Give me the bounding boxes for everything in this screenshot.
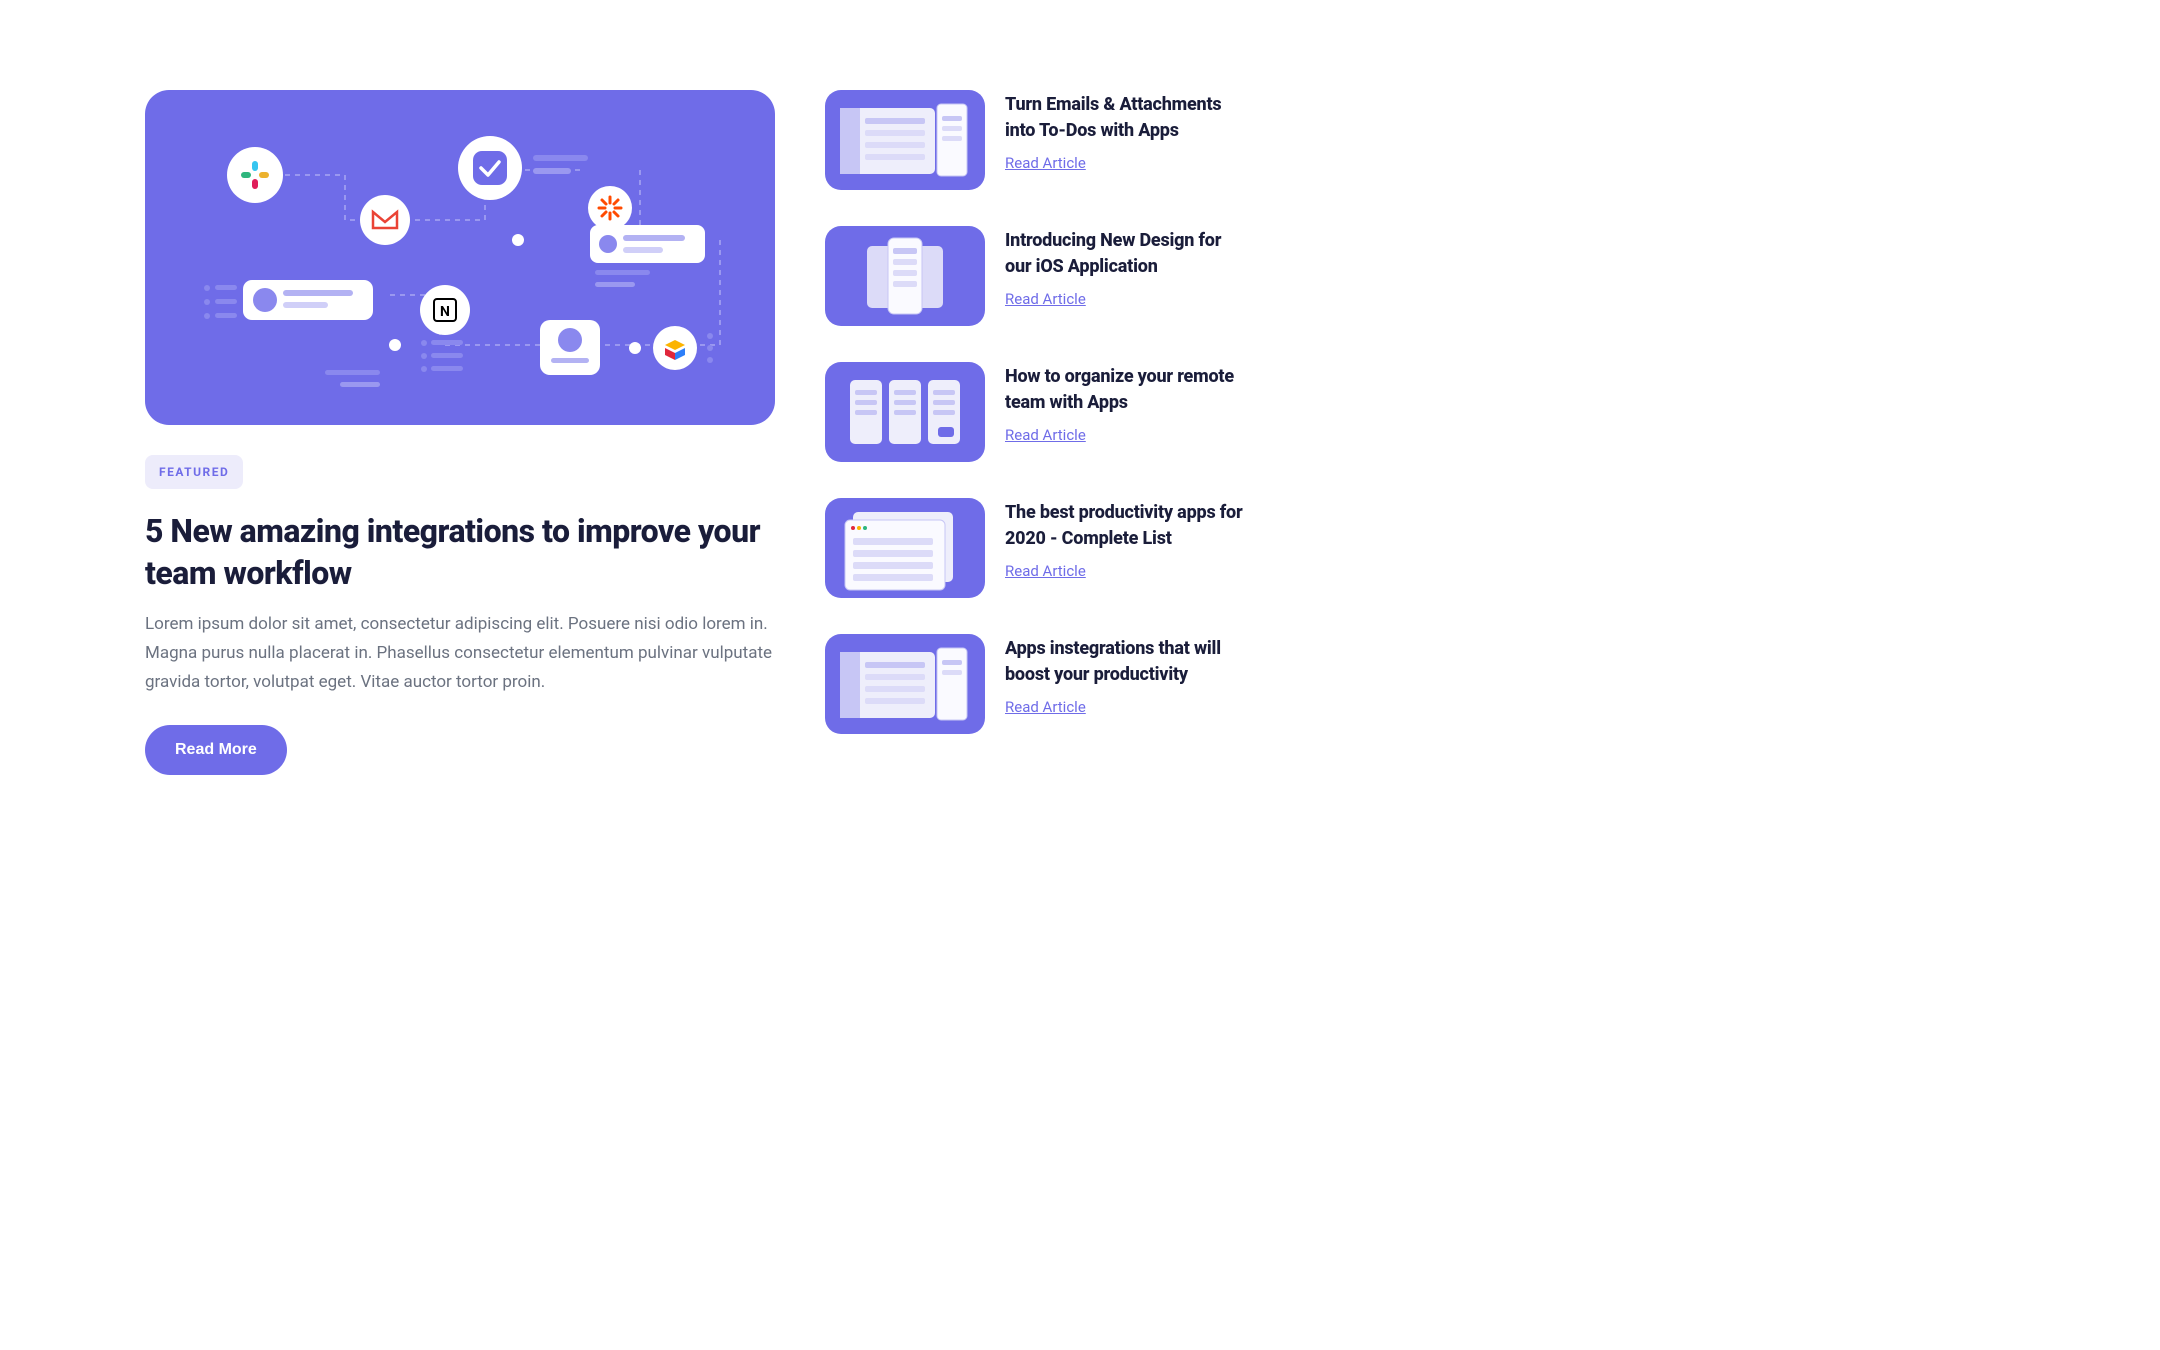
- zapier-icon: [588, 186, 632, 230]
- read-article-link[interactable]: Read Article: [1005, 426, 1086, 444]
- read-article-link[interactable]: Read Article: [1005, 698, 1086, 716]
- featured-title: 5 New amazing integrations to improve yo…: [145, 511, 775, 594]
- read-article-link[interactable]: Read Article: [1005, 154, 1086, 172]
- list-item: The best productivity apps for 2020 - Co…: [825, 498, 1245, 598]
- featured-hero-image: N: [145, 90, 775, 425]
- read-article-link[interactable]: Read Article: [1005, 562, 1086, 580]
- gmail-icon: [360, 195, 410, 245]
- article-thumbnail: [825, 226, 985, 326]
- article-title: Turn Emails & Attachments into To-Dos wi…: [1005, 92, 1245, 144]
- read-article-link[interactable]: Read Article: [1005, 290, 1086, 308]
- list-item: How to organize your remote team with Ap…: [825, 362, 1245, 462]
- article-title: The best productivity apps for 2020 - Co…: [1005, 500, 1245, 552]
- article-thumbnail: [825, 362, 985, 462]
- list-item: Introducing New Design for our iOS Appli…: [825, 226, 1245, 326]
- article-thumbnail: [825, 634, 985, 734]
- svg-text:N: N: [440, 304, 450, 320]
- list-item: Turn Emails & Attachments into To-Dos wi…: [825, 90, 1245, 190]
- read-more-button[interactable]: Read More: [145, 725, 287, 775]
- sidebar-articles: Turn Emails & Attachments into To-Dos wi…: [825, 90, 1245, 775]
- slack-icon: [227, 147, 283, 203]
- list-item: Apps instegrations that will boost your …: [825, 634, 1245, 734]
- featured-badge: FEATURED: [145, 455, 243, 489]
- article-thumbnail: [825, 90, 985, 190]
- article-title: How to organize your remote team with Ap…: [1005, 364, 1245, 416]
- article-title: Introducing New Design for our iOS Appli…: [1005, 228, 1245, 280]
- article-title: Apps instegrations that will boost your …: [1005, 636, 1245, 688]
- article-thumbnail: [825, 498, 985, 598]
- featured-description: Lorem ipsum dolor sit amet, consectetur …: [145, 610, 775, 697]
